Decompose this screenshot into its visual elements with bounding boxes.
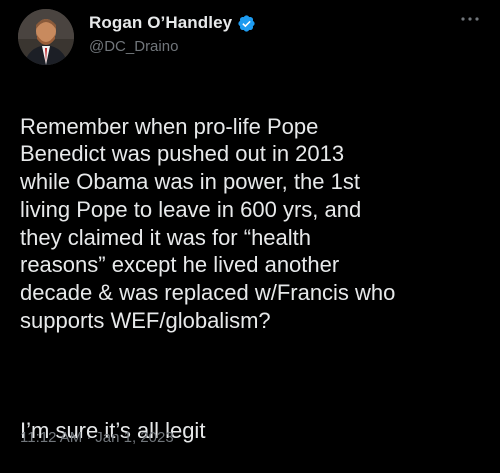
timestamp-separator: · — [86, 429, 92, 446]
avatar-image — [18, 9, 74, 65]
more-options-icon[interactable] — [457, 6, 483, 32]
author-handle[interactable]: @DC_Draino — [89, 38, 178, 55]
author-name-row: Rogan O’Handley — [89, 13, 256, 33]
tweet-text: Remember when pro-life Pope Benedict was… — [20, 85, 490, 473]
tweet-card: Rogan O’Handley @DC_Draino Remember when… — [0, 0, 500, 461]
verified-badge-icon — [237, 14, 256, 33]
avatar[interactable] — [18, 9, 74, 65]
tweet-paragraph-1: Remember when pro-life Pope Benedict was… — [20, 113, 396, 333]
timestamp-row[interactable]: 11:12 AM · Jan 1, 2023 — [20, 429, 174, 446]
display-name[interactable]: Rogan O’Handley — [89, 13, 232, 33]
tweet-date[interactable]: Jan 1, 2023 — [95, 429, 173, 446]
tweet-time[interactable]: 11:12 AM — [20, 429, 82, 446]
